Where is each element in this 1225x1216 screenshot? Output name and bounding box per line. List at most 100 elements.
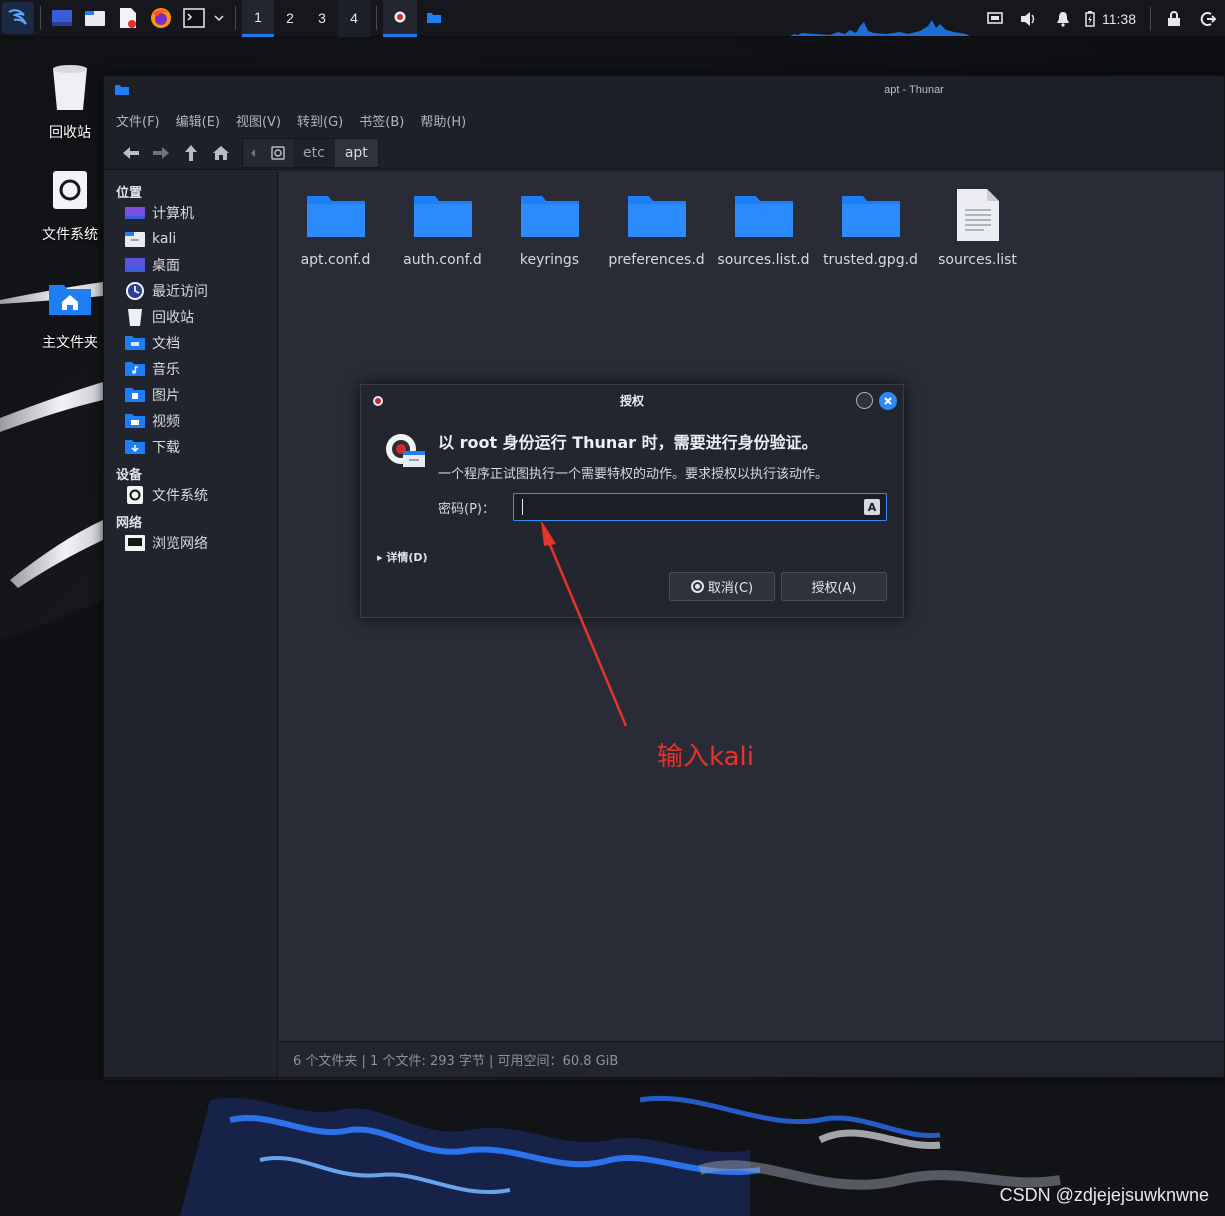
network-icon: [124, 533, 146, 553]
folder-icon: [427, 13, 441, 23]
breadcrumb-scroll-left[interactable]: [243, 138, 263, 167]
task-thunar-window[interactable]: [417, 0, 451, 37]
show-desktop-launcher[interactable]: [47, 3, 77, 33]
chevron-left-icon: [251, 148, 255, 157]
breadcrumb-etc[interactable]: etc: [293, 139, 335, 167]
menu-file[interactable]: 文件(F): [116, 111, 160, 130]
sidebar-item-kali[interactable]: kali: [104, 226, 277, 252]
sidebar-item-trash[interactable]: 回收站: [104, 304, 277, 330]
file-manager-launcher[interactable]: [80, 3, 110, 33]
home-folder-icon: [49, 285, 91, 315]
sidebar-item-documents[interactable]: 文档: [104, 330, 277, 356]
terminal-dropdown-button[interactable]: [212, 3, 226, 33]
cpu-graph-icon: [790, 20, 970, 36]
file-name: trusted.gpg.d: [823, 252, 918, 268]
notifications-tray[interactable]: [1046, 0, 1080, 37]
desktop-icon: [124, 255, 146, 275]
menubar: 文件(F) 编辑(E) 视图(V) 转到(G) 书签(B) 帮助(H): [104, 104, 1224, 136]
breadcrumb-filesystem[interactable]: [263, 138, 293, 167]
sidebar-item-filesystem[interactable]: 文件系统: [104, 482, 277, 508]
desktop-trash[interactable]: 回收站: [25, 60, 115, 142]
drive-icon: [271, 145, 285, 160]
task-auth-dialog[interactable]: [383, 0, 417, 37]
panel-separator: [40, 6, 41, 30]
file-name: keyrings: [519, 252, 580, 268]
sidebar-item-browse-network[interactable]: 浏览网络: [104, 530, 277, 556]
menu-help[interactable]: 帮助(H): [420, 111, 466, 130]
sidebar-item-downloads[interactable]: 下载: [104, 434, 277, 460]
menu-edit[interactable]: 编辑(E): [176, 111, 220, 130]
sidebar-item-videos[interactable]: 视频: [104, 408, 277, 434]
file-item-folder[interactable]: apt.conf.d: [282, 184, 389, 268]
menu-view[interactable]: 视图(V): [236, 111, 281, 130]
sidebar-item-recent[interactable]: 最近访问: [104, 278, 277, 304]
watermark: CSDN @zdjejejsuwknwne: [999, 1185, 1209, 1205]
top-panel: 1 2 3 4 11:38: [0, 0, 1225, 37]
home-icon: [213, 145, 229, 160]
desktop-home[interactable]: 主文件夹: [25, 270, 115, 352]
dialog-heading: 以 root 身份运行 Thunar 时，需要进行身份验证。: [438, 433, 818, 452]
documents-icon: [124, 333, 146, 353]
menu-go[interactable]: 转到(G): [297, 111, 343, 130]
folder-icon: [85, 11, 105, 26]
desktop-icon: [52, 10, 72, 26]
text-editor-launcher[interactable]: [113, 3, 143, 33]
network-wired-icon: [987, 11, 1003, 24]
close-button[interactable]: [879, 392, 897, 410]
dialog-titlebar[interactable]: 授权: [361, 385, 903, 415]
file-item-folder[interactable]: trusted.gpg.d: [817, 184, 924, 268]
workspace-3[interactable]: 3: [306, 0, 338, 37]
home-icon: [124, 229, 146, 249]
file-name: preferences.d: [608, 252, 705, 268]
workspace-4[interactable]: 4: [338, 0, 370, 37]
keyboard-layout-icon[interactable]: A: [864, 499, 880, 515]
sidebar-heading-places: 位置: [116, 186, 143, 201]
application-menu-button[interactable]: [2, 2, 34, 34]
cancel-button[interactable]: 取消(C): [669, 572, 775, 601]
volume-tray[interactable]: [1012, 0, 1046, 37]
recent-icon: [124, 281, 146, 301]
back-button[interactable]: [116, 138, 146, 168]
clock[interactable]: 11:38: [1102, 11, 1136, 27]
panel-separator: [376, 6, 377, 30]
minimize-button[interactable]: [856, 392, 873, 409]
details-expander[interactable]: ▸ 详情(D): [377, 549, 428, 565]
sidebar-item-computer[interactable]: 计算机: [104, 200, 277, 226]
computer-icon: [124, 203, 146, 223]
workspace-2[interactable]: 2: [274, 0, 306, 37]
authentication-icon: [386, 434, 425, 467]
file-item-folder[interactable]: preferences.d: [603, 184, 710, 268]
lock-screen-button[interactable]: [1157, 0, 1191, 37]
arrow-right-icon: [153, 146, 169, 159]
terminal-launcher[interactable]: [179, 3, 209, 33]
breadcrumb-apt[interactable]: apt: [334, 138, 378, 167]
file-item-file[interactable]: sources.list: [924, 184, 1031, 268]
firefox-launcher[interactable]: [146, 3, 176, 33]
power-tray[interactable]: [1080, 0, 1100, 37]
volume-icon: [1021, 11, 1035, 26]
sidebar-item-label: 文件系统: [152, 488, 208, 504]
desktop-filesystem[interactable]: 文件系统: [25, 162, 115, 244]
sidebar-item-desktop[interactable]: 桌面: [104, 252, 277, 278]
file-item-folder[interactable]: auth.conf.d: [389, 184, 496, 268]
desktop-icon-label: 主文件夹: [42, 335, 98, 351]
window-title: apt - Thunar: [884, 84, 944, 96]
videos-icon: [124, 411, 146, 431]
file-item-folder[interactable]: keyrings: [496, 184, 603, 268]
text-file-icon: [956, 189, 999, 241]
forward-button[interactable]: [146, 138, 176, 168]
file-item-folder[interactable]: sources.list.d: [710, 184, 817, 268]
network-tray[interactable]: [978, 0, 1012, 37]
sidebar-item-pictures[interactable]: 图片: [104, 382, 277, 408]
workspace-1[interactable]: 1: [242, 0, 274, 37]
sidebar-item-music[interactable]: 音乐: [104, 356, 277, 382]
window-titlebar[interactable]: apt - Thunar: [104, 76, 1224, 104]
chevron-down-icon: [214, 15, 224, 22]
sidebar-item-label: 图片: [152, 388, 180, 404]
arrow-up-icon: [185, 144, 197, 161]
menu-bookmarks[interactable]: 书签(B): [359, 111, 404, 130]
logout-button[interactable]: [1191, 0, 1225, 37]
home-button[interactable]: [206, 138, 236, 168]
up-button[interactable]: [176, 138, 206, 168]
authorize-button[interactable]: 授权(A): [781, 572, 887, 601]
